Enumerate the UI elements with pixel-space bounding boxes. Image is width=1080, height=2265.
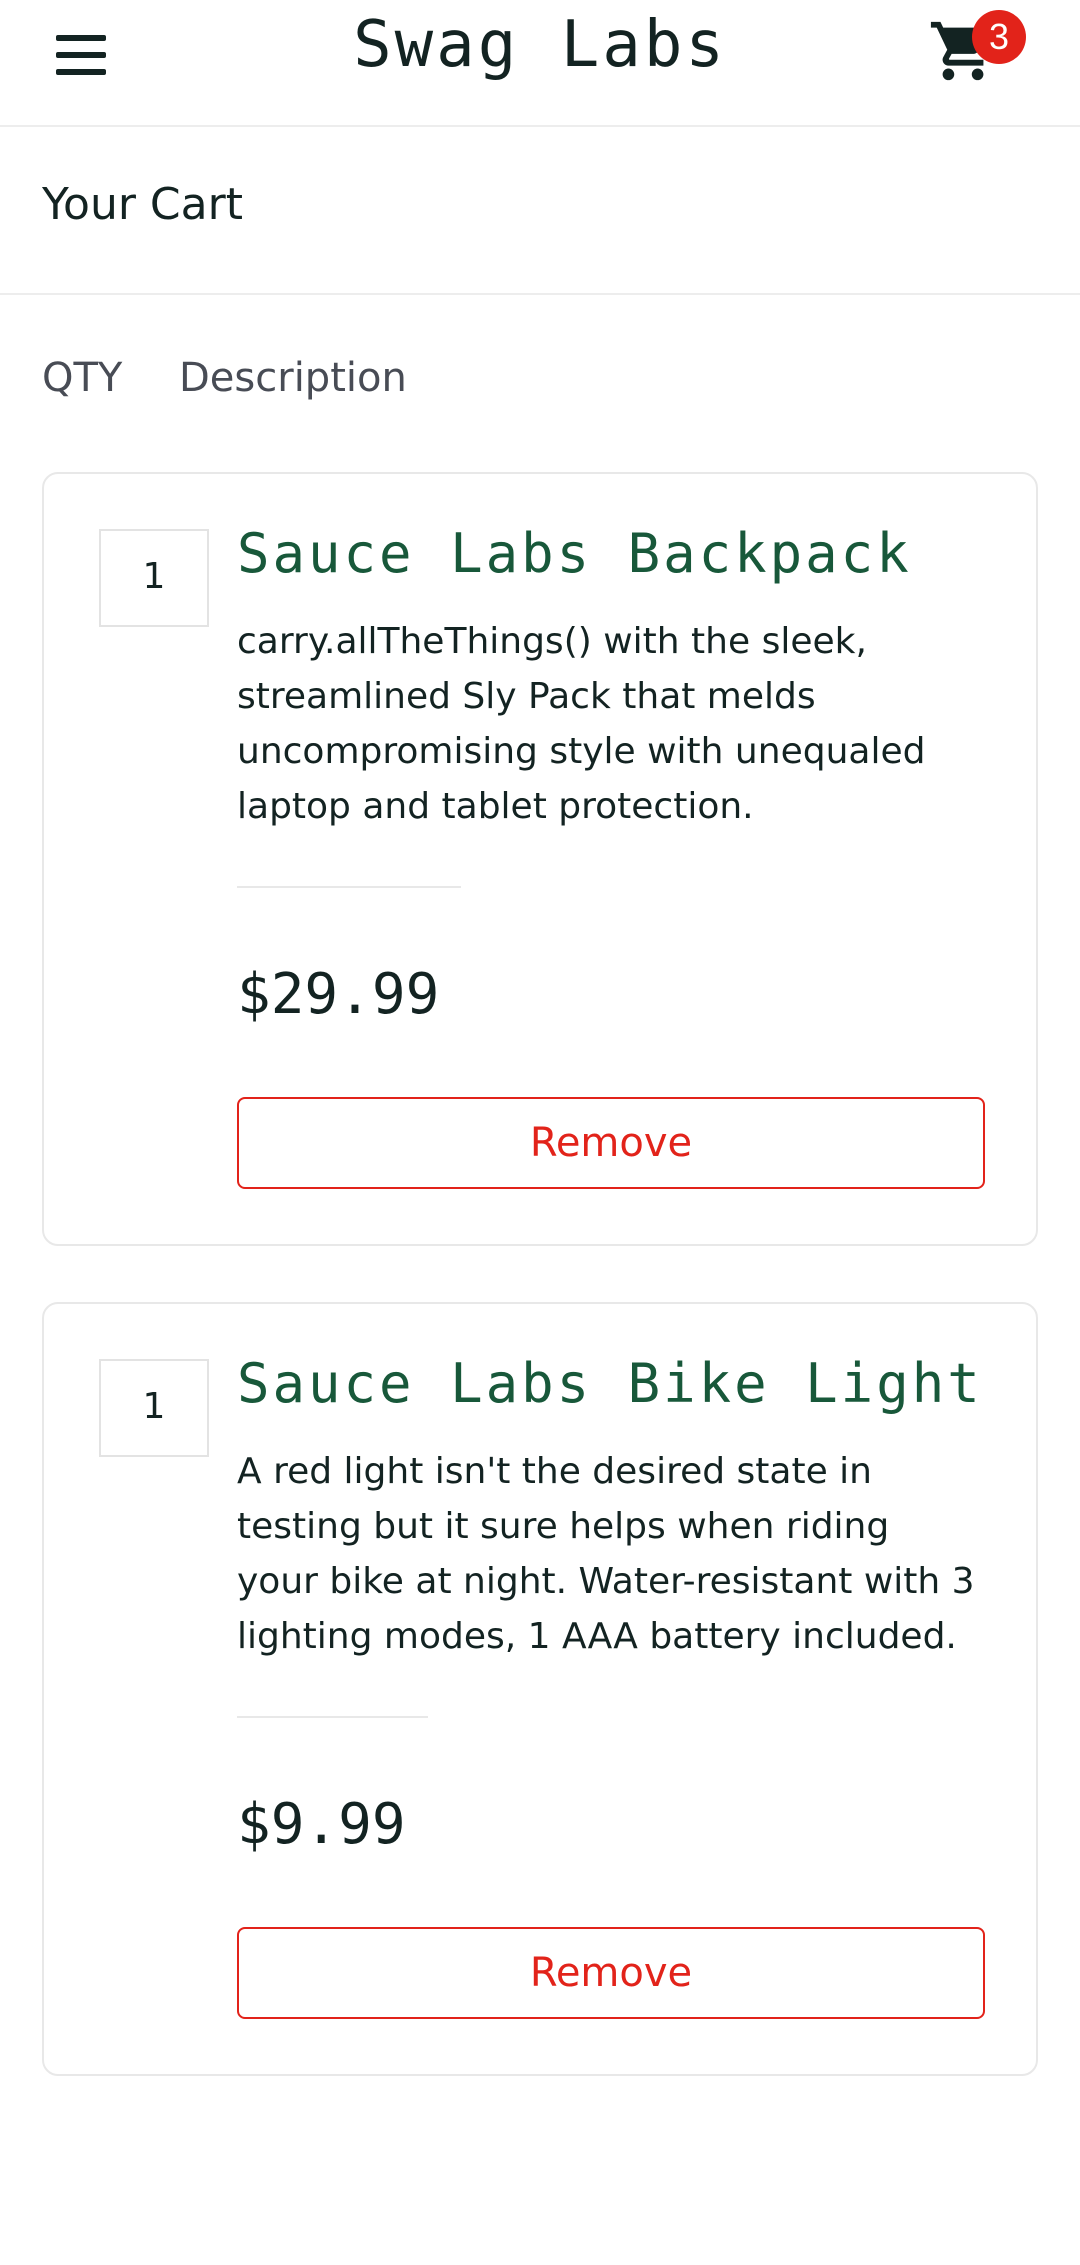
item-description: carry.allTheThings() with the sleek, str… xyxy=(237,621,926,827)
app-title: Swag Labs xyxy=(353,8,727,82)
secondary-header: Your Cart xyxy=(0,127,1080,295)
item-price: $9.99 xyxy=(237,1792,406,1857)
cart-column-headers: QTY Description xyxy=(0,355,1080,415)
shopping-cart-button[interactable]: 3 xyxy=(922,8,1032,88)
cart-count-badge: 3 xyxy=(972,10,1026,64)
app-header: Swag Labs 3 xyxy=(0,0,1080,127)
item-description: A red light isn't the desired state in t… xyxy=(237,1451,975,1657)
item-price: $29.99 xyxy=(237,962,440,1027)
qty-column-label: QTY xyxy=(42,355,123,401)
item-name-link[interactable]: Sauce Labs Backpack xyxy=(237,522,912,585)
page-title: Your Cart xyxy=(42,179,243,230)
remove-button[interactable]: Remove xyxy=(237,1097,985,1189)
item-quantity: 1 xyxy=(99,529,209,627)
item-divider xyxy=(237,886,461,888)
remove-button[interactable]: Remove xyxy=(237,1927,985,2019)
description-column-label: Description xyxy=(179,355,407,401)
item-name-link[interactable]: Sauce Labs Bike Light xyxy=(237,1352,983,1415)
cart-item: 1 Sauce Labs Bike Light A red light isn'… xyxy=(42,1302,1038,2076)
cart-item: 1 Sauce Labs Backpack carry.allTheThings… xyxy=(42,472,1038,1246)
item-divider xyxy=(237,1716,428,1718)
item-quantity: 1 xyxy=(99,1359,209,1457)
